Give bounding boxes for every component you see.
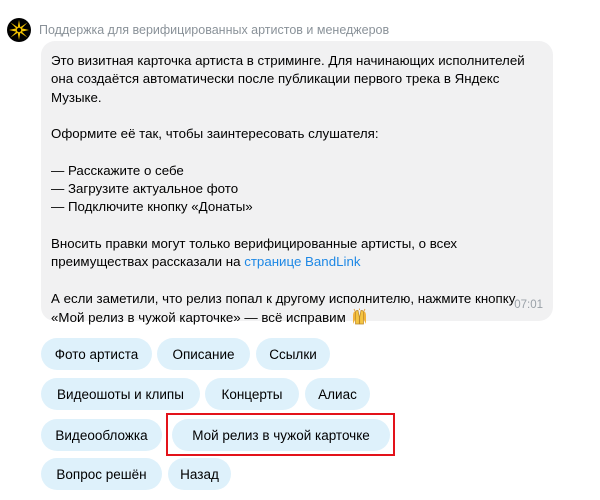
message-paragraph-call: Оформите её так, чтобы заинтересовать сл… [51, 126, 379, 142]
message-bubble: Это визитная карточка артиста в стриминг… [41, 41, 553, 325]
sender-name: Поддержка для верифицированных артистов … [39, 23, 390, 37]
list-item: — Расскажите о себе [51, 162, 184, 178]
button-concerts[interactable]: Концерты [205, 378, 299, 410]
chat-window: Поддержка для верифицированных артистов … [0, 0, 600, 500]
message-timestamp: 07:01 [514, 298, 543, 311]
button-photo[interactable]: Фото артиста [41, 338, 152, 370]
star-burst-icon [9, 20, 29, 40]
message-paragraph-edits: Вносить правки могут только верифицирова… [51, 235, 541, 272]
message-paragraph-intro: Это визитная карточка артиста в стриминг… [51, 53, 525, 105]
button-alias[interactable]: Алиас [305, 378, 370, 410]
bandlink-link[interactable]: странице BandLink [244, 254, 360, 269]
button-video-cover[interactable]: Видеообложка [41, 419, 162, 451]
button-video[interactable]: Видеошоты и клипы [41, 378, 200, 410]
button-description[interactable]: Описание [157, 338, 250, 370]
avatar[interactable] [7, 18, 31, 42]
button-links[interactable]: Ссылки [256, 338, 330, 370]
message-header: Поддержка для верифицированных артистов … [7, 17, 389, 43]
list-item: — Подключите кнопку «Донаты» [51, 199, 253, 215]
list-item: — Загрузите актуальное фото [51, 181, 239, 197]
message-paragraph-release: А если заметили, что релиз попал к друго… [51, 290, 541, 331]
raised-hands-icon [351, 308, 368, 330]
button-solved[interactable]: Вопрос решён [41, 458, 162, 490]
release-text: А если заметили, что релиз попал к друго… [51, 290, 516, 326]
message-list: — Расскажите о себе — Загрузите актуальн… [51, 162, 541, 217]
highlight-frame [166, 413, 395, 456]
button-back[interactable]: Назад [168, 458, 231, 490]
